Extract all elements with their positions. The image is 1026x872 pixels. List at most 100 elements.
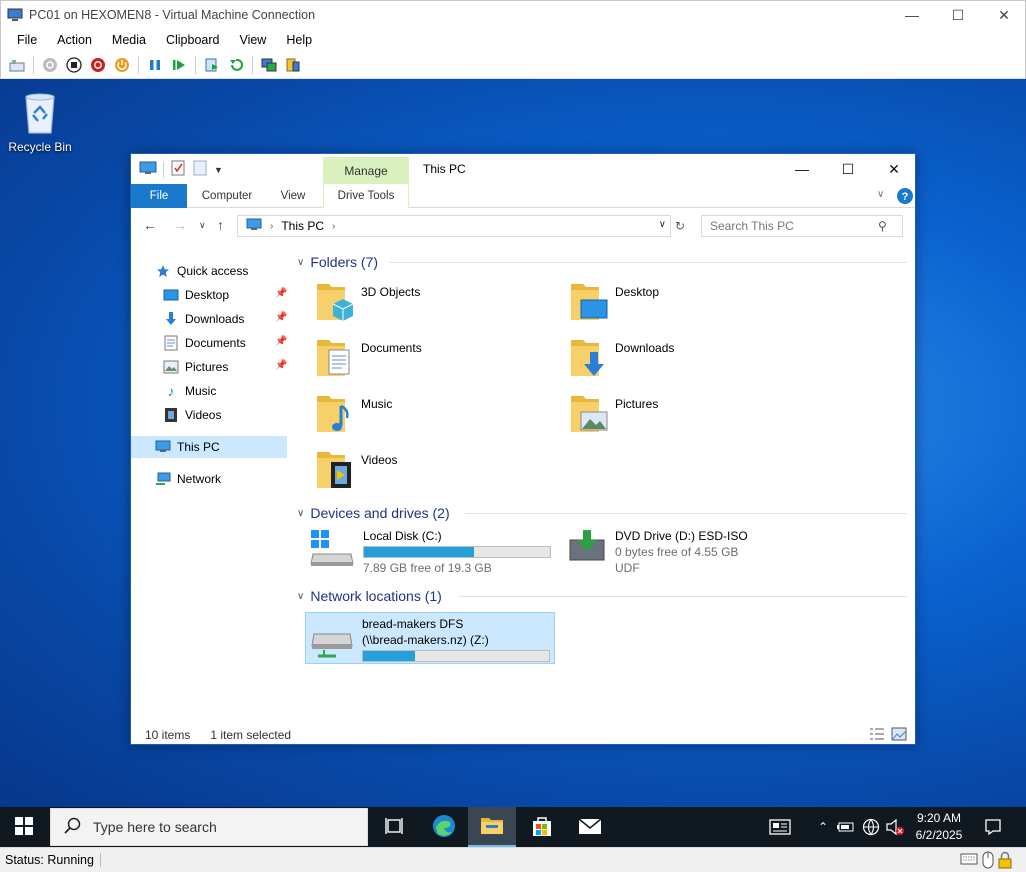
nav-pictures[interactable]: Pictures <box>163 356 228 378</box>
folder-pictures[interactable]: Pictures <box>559 390 799 442</box>
pin-icon[interactable]: 📌 <box>275 288 287 299</box>
revert-icon[interactable] <box>226 55 246 75</box>
resume-icon[interactable] <box>169 55 189 75</box>
pin-icon[interactable]: 📌 <box>275 336 287 347</box>
taskbar-file-explorer[interactable] <box>468 807 516 847</box>
group-network-header[interactable]: ∨ Network locations (1) <box>297 586 442 606</box>
power-icon[interactable] <box>112 55 132 75</box>
network-icon <box>155 471 171 487</box>
refresh-icon[interactable]: ↻ <box>675 219 685 233</box>
address-bar[interactable]: › This PC › ∨ <box>237 215 671 237</box>
menu-view[interactable]: View <box>229 33 276 47</box>
large-icons-view-icon[interactable] <box>891 727 907 744</box>
vm-maximize-button[interactable]: ☐ <box>935 1 981 29</box>
forward-arrow-icon[interactable]: → <box>173 217 187 233</box>
group-folders-header[interactable]: ∨ Folders (7) <box>297 252 378 272</box>
battery-icon[interactable] <box>836 807 856 847</box>
group-divider <box>465 513 907 514</box>
pin-icon[interactable]: 📌 <box>275 360 287 371</box>
menu-help[interactable]: Help <box>276 33 322 47</box>
up-arrow-icon[interactable]: ↑ <box>217 217 224 233</box>
taskbar-microsoft-store[interactable] <box>518 807 566 847</box>
explorer-titlebar: ▼ Manage This PC — ☐ ✕ <box>131 154 915 184</box>
nav-desktop[interactable]: Desktop <box>163 284 229 306</box>
checkpoint-icon[interactable] <box>202 55 222 75</box>
network-drive-z[interactable]: bread-makers DFS (\\bread-makers.nz) (Z:… <box>305 612 555 664</box>
drive-local-disk-c[interactable]: Local Disk (C:) 7.89 GB free of 19.3 GB <box>309 528 559 575</box>
search-input[interactable] <box>710 219 878 233</box>
toolbar-separator <box>195 56 196 74</box>
tab-file[interactable]: File <box>131 184 187 208</box>
nav-quick-access[interactable]: Quick access <box>155 260 248 282</box>
taskbar-clock[interactable]: 9:20 AM 6/2/2025 <box>908 810 970 844</box>
address-dropdown-icon[interactable]: ∨ <box>659 219 666 230</box>
show-hidden-icons-icon[interactable]: ⌃ <box>814 807 832 847</box>
taskbar-mail[interactable] <box>566 807 614 847</box>
enhanced-session-icon[interactable] <box>259 55 279 75</box>
group-devices-header[interactable]: ∨ Devices and drives (2) <box>297 503 450 523</box>
volume-muted-icon[interactable] <box>884 807 906 847</box>
explorer-minimize-button[interactable]: — <box>779 154 825 184</box>
collapse-chevron-icon[interactable]: ∨ <box>297 591 304 602</box>
new-folder-icon[interactable] <box>192 160 208 179</box>
nav-this-pc[interactable]: This PC <box>131 436 287 458</box>
shutdown-icon[interactable] <box>88 55 108 75</box>
nav-downloads[interactable]: Downloads <box>163 308 244 330</box>
qat-dropdown-icon[interactable]: ▼ <box>214 165 223 175</box>
breadcrumb-chevron-icon[interactable]: › <box>270 221 273 232</box>
collapse-chevron-icon[interactable]: ∨ <box>297 257 304 268</box>
notifications-icon[interactable] <box>978 807 1008 847</box>
vm-minimize-button[interactable]: — <box>889 1 935 29</box>
explorer-maximize-button[interactable]: ☐ <box>825 154 871 184</box>
nav-music[interactable]: ♪ Music <box>163 380 217 402</box>
recycle-bin-shortcut[interactable]: Recycle Bin <box>6 87 74 154</box>
menu-action[interactable]: Action <box>47 33 102 47</box>
group-devices-title: Devices and drives (2) <box>310 505 450 521</box>
tab-computer[interactable]: Computer <box>191 184 263 208</box>
folder-downloads[interactable]: Downloads <box>559 334 799 386</box>
tab-drive-tools[interactable]: Drive Tools <box>323 184 409 208</box>
folder-videos[interactable]: Videos <box>305 446 545 498</box>
nav-videos[interactable]: Videos <box>163 404 221 426</box>
breadcrumb-this-pc[interactable]: This PC <box>281 219 324 233</box>
pause-icon[interactable] <box>145 55 165 75</box>
vm-close-button[interactable]: ✕ <box>981 1 1026 29</box>
folder-3d-objects[interactable]: 3D Objects <box>305 278 545 330</box>
mouse-icon <box>982 851 994 872</box>
properties-icon[interactable] <box>170 160 186 179</box>
back-arrow-icon[interactable]: ← <box>143 217 157 233</box>
task-view-button[interactable] <box>370 807 418 847</box>
nav-documents[interactable]: Documents <box>163 332 246 354</box>
menu-media[interactable]: Media <box>102 33 156 47</box>
news-widget-icon[interactable] <box>764 807 796 847</box>
menu-file[interactable]: File <box>7 33 47 47</box>
pin-icon[interactable]: 📌 <box>275 312 287 323</box>
breadcrumb-chevron-icon[interactable]: › <box>332 221 335 232</box>
ctrl-alt-del-icon[interactable] <box>7 55 27 75</box>
search-box[interactable]: ⚲ <box>701 215 903 237</box>
network-globe-icon[interactable] <box>860 807 882 847</box>
tab-view[interactable]: View <box>271 184 315 208</box>
task-view-icon <box>385 817 403 838</box>
taskbar-edge[interactable] <box>420 807 468 847</box>
start-button[interactable] <box>0 807 48 847</box>
turn-off-icon[interactable] <box>64 55 84 75</box>
start-icon[interactable] <box>40 55 60 75</box>
folder-documents[interactable]: Documents <box>305 334 545 386</box>
recent-locations-icon[interactable]: ∨ <box>199 220 206 231</box>
details-view-icon[interactable] <box>869 727 885 744</box>
manage-contextual-tab[interactable]: Manage <box>323 157 409 184</box>
collapse-chevron-icon[interactable]: ∨ <box>297 508 304 519</box>
explorer-close-button[interactable]: ✕ <box>871 154 917 184</box>
menu-clipboard[interactable]: Clipboard <box>156 33 230 47</box>
content-pane: ∨ Folders (7) 3D Objects Desktop Documen… <box>297 246 913 716</box>
folder-desktop[interactable]: Desktop <box>559 278 799 330</box>
folder-music[interactable]: Music <box>305 390 545 442</box>
share-icon[interactable] <box>283 55 303 75</box>
taskbar-search-box[interactable]: Type here to search <box>50 808 368 846</box>
drive-dvd-d[interactable]: DVD Drive (D:) ESD-ISO 0 bytes free of 4… <box>567 528 817 575</box>
help-icon[interactable]: ? <box>896 187 914 208</box>
nav-network[interactable]: Network <box>155 468 221 490</box>
ribbon-expand-icon[interactable]: ∨ <box>877 189 884 200</box>
folder-downloads-label: Downloads <box>615 341 675 355</box>
